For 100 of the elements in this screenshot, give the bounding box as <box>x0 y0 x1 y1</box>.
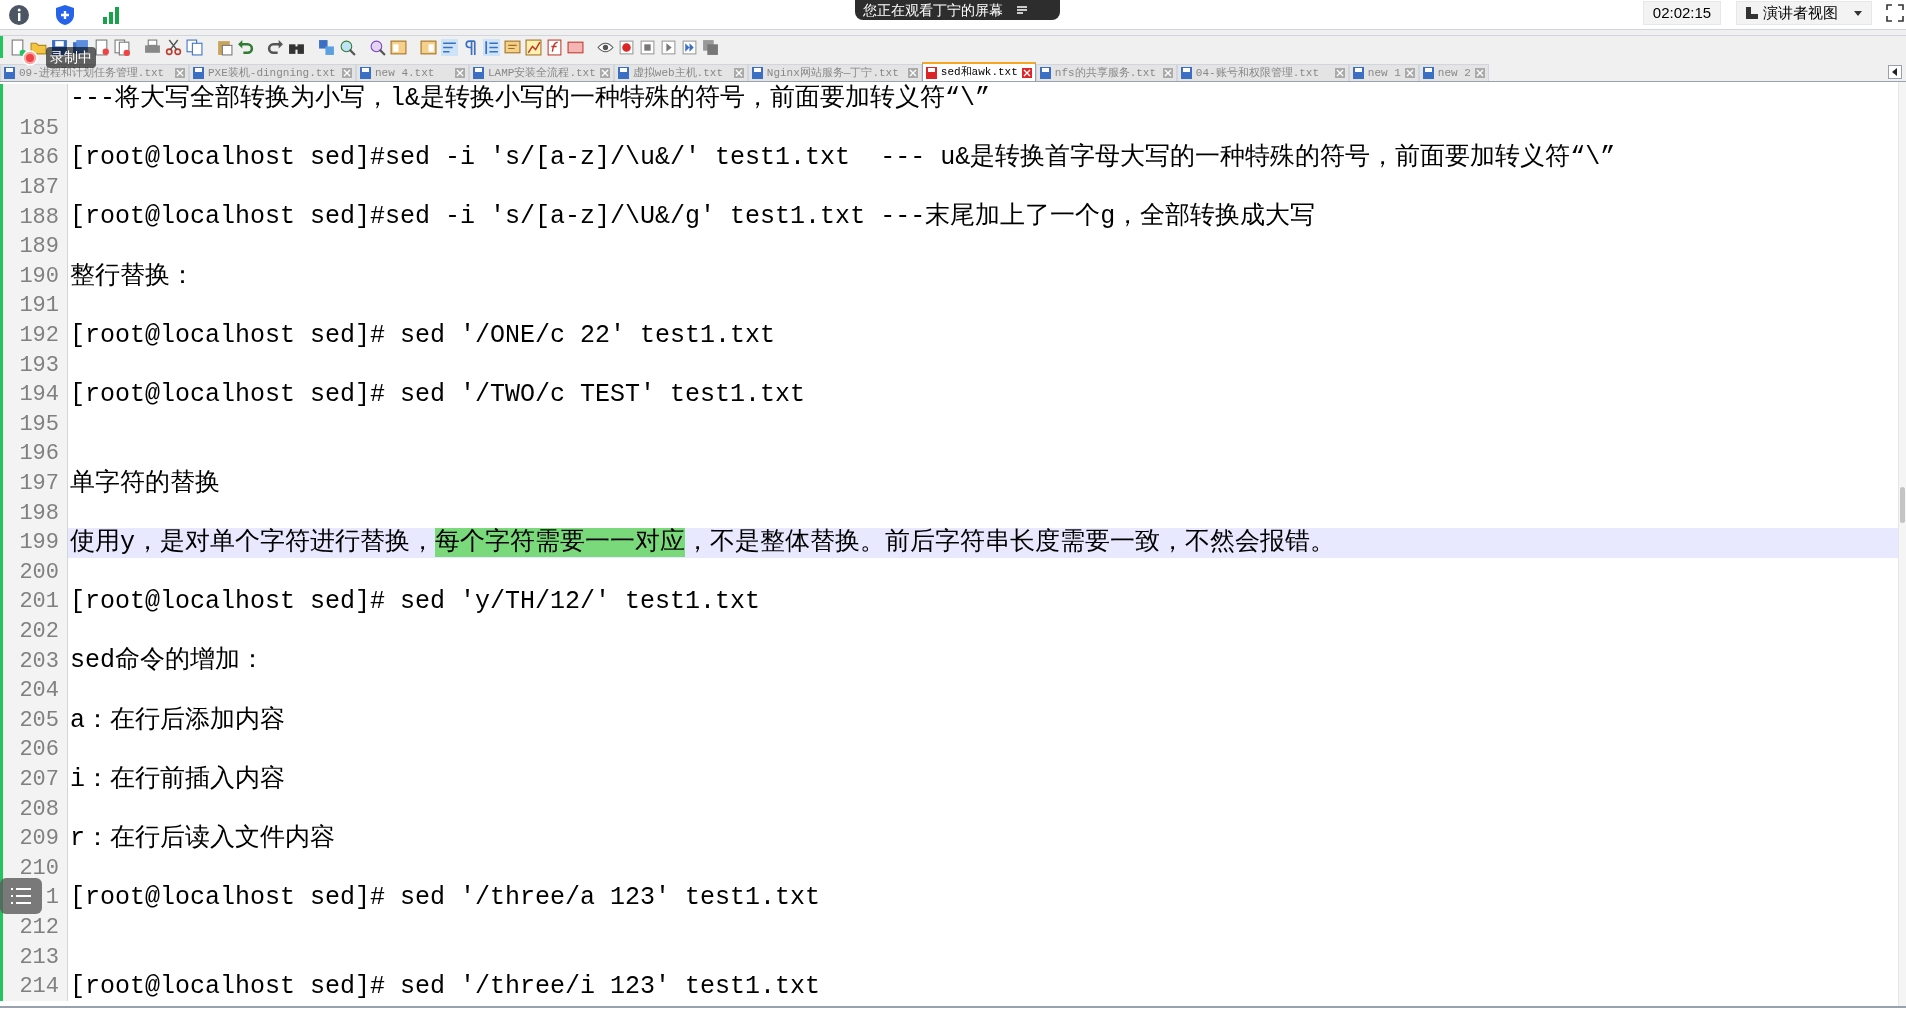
line-number: 189 <box>19 233 59 262</box>
text-line: [root@localhost sed]# sed '/TWO/c TEST' test1.txt <box>69 379 806 411</box>
window-sync-icon[interactable] <box>420 38 437 56</box>
close-icon[interactable] <box>455 68 465 78</box>
document-close-icon[interactable] <box>93 38 110 56</box>
line-number: 209 <box>19 825 59 854</box>
file-tab[interactable]: LAMP安装全流程.txt <box>469 64 614 81</box>
screen-share-banner[interactable]: 您正在观看丁宁的屏幕 <box>855 0 1060 20</box>
line-number: 205 <box>19 706 59 735</box>
close-icon[interactable] <box>1021 67 1032 78</box>
chart-icon[interactable] <box>525 38 542 56</box>
document-icon <box>1180 67 1192 79</box>
zoom-in-icon[interactable] <box>339 38 356 56</box>
document-map-icon[interactable] <box>504 38 521 56</box>
line-number: 188 <box>19 203 59 232</box>
line-number: 214 <box>19 973 59 1002</box>
document-icon <box>1352 67 1364 79</box>
file-tab[interactable]: 09-进程和计划任务管理.txt <box>0 64 189 81</box>
text-line: a：在行后添加内容 <box>69 704 285 737</box>
line-number: 206 <box>19 736 59 765</box>
line-number: 200 <box>19 558 59 587</box>
paste-icon[interactable] <box>216 38 233 56</box>
document-icon <box>617 67 629 79</box>
file-tab[interactable]: 虚拟web主机.txt <box>613 64 748 81</box>
text-line: i：在行前插入内容 <box>69 763 285 796</box>
left-arrow-icon <box>1892 68 1898 76</box>
file-tab[interactable]: sed和awk.txt <box>921 62 1036 81</box>
line-number: 185 <box>19 114 59 143</box>
line-number: 186 <box>19 144 59 173</box>
text-line: ---将大写全部转换为小写，l&是转换小写的一种特殊的符号，前面要加转义符“\” <box>69 83 991 116</box>
tab-scroll-left-button[interactable] <box>1888 65 1902 79</box>
line-number: 195 <box>19 410 59 439</box>
text-line: 单字符的替换 <box>69 467 220 500</box>
close-icon[interactable] <box>1334 68 1345 78</box>
document-icon <box>751 67 763 79</box>
dropdown-caret-icon <box>1853 9 1863 17</box>
document-icon <box>4 67 15 79</box>
screen-share-text: 您正在观看丁宁的屏幕 <box>863 0 1003 20</box>
line-number: 201 <box>19 588 59 617</box>
text-line: r：在行后读入文件内容 <box>69 822 335 855</box>
close-icon[interactable] <box>907 68 918 78</box>
presenter-view-button[interactable]: 演讲者视图 <box>1736 1 1872 25</box>
scrollbar[interactable] <box>1898 82 1906 1006</box>
line-number: 194 <box>19 381 59 410</box>
fullscreen-icon[interactable] <box>1886 4 1904 22</box>
menu-button[interactable] <box>0 878 42 914</box>
scrollbar-thumb[interactable] <box>1900 487 1905 523</box>
file-tab[interactable]: new 1 <box>1348 64 1419 81</box>
play-icon[interactable] <box>660 38 677 56</box>
line-number: 196 <box>19 440 59 469</box>
close-icon[interactable] <box>342 68 352 78</box>
info-icon[interactable] <box>8 3 30 26</box>
function-list-icon[interactable] <box>546 38 563 56</box>
line-number: 1 <box>45 884 59 913</box>
line-number: 213 <box>19 943 59 972</box>
close-icon[interactable] <box>175 68 185 78</box>
indent-guide-icon[interactable] <box>483 38 500 56</box>
line-number: 212 <box>19 913 59 942</box>
list-icon <box>10 887 32 905</box>
recording-label: 录制中 <box>46 47 96 68</box>
record-icon[interactable] <box>618 38 635 56</box>
new-file-icon[interactable] <box>9 38 26 56</box>
line-number: 207 <box>19 765 59 794</box>
close-icon[interactable] <box>599 68 610 78</box>
line-number: 204 <box>19 677 59 706</box>
text-line: 整行替换： <box>69 260 195 293</box>
zoom-out-icon[interactable] <box>369 38 386 56</box>
copy-icon[interactable] <box>186 38 203 56</box>
text-line: [root@localhost sed]#sed -i 's/[a-z]/\U&/g' test1.txt ---末尾加上了一个g，全部转换成大写 <box>69 201 1316 234</box>
undo-icon[interactable] <box>237 38 254 56</box>
file-tab[interactable]: 04-账号和权限管理.txt <box>1176 64 1349 81</box>
close-icon[interactable] <box>1162 68 1173 78</box>
window-sync-icon[interactable] <box>390 38 407 56</box>
close-icon[interactable] <box>1474 68 1485 78</box>
file-tab[interactable]: new 2 <box>1418 64 1489 81</box>
close-icon[interactable] <box>1404 68 1415 78</box>
line-number: 210 <box>19 854 59 883</box>
close-icon[interactable] <box>733 68 744 78</box>
file-tab[interactable]: new 4.txt <box>356 64 469 81</box>
text-line: [root@localhost sed]# sed 'y/TH/12/' test1.txt <box>69 586 761 619</box>
printer-icon[interactable] <box>144 38 161 56</box>
text-line: sed命令的增加： <box>69 645 265 678</box>
line-number: 203 <box>19 647 59 676</box>
text-line: [root@localhost sed]# sed '/three/a 123' test1.txt <box>69 882 821 915</box>
scissors-icon[interactable] <box>165 38 182 56</box>
fast-forward-icon[interactable] <box>681 38 698 56</box>
pilcrow-icon[interactable] <box>462 38 479 56</box>
redo-icon[interactable] <box>267 38 284 56</box>
line-number: 202 <box>19 618 59 646</box>
word-wrap-icon[interactable] <box>441 38 458 56</box>
text-line: [root@localhost sed]# sed '/ONE/c 22' test1.txt <box>69 319 776 352</box>
shield-icon[interactable] <box>54 3 76 26</box>
document-icon <box>925 66 937 79</box>
file-tab[interactable]: PXE装机-dingning.txt <box>189 64 356 81</box>
documents-close-icon[interactable] <box>114 38 131 56</box>
file-tab[interactable]: nfs的共享服务.txt <box>1035 64 1177 81</box>
text-line: 使用y，是对单个字符进行替换，每个字符需要一一对应，不是整体替换。前后字符串长度需要一致，不然会报错。 <box>69 526 1335 559</box>
file-tab[interactable]: Nginx网站服务—丁宁.txt <box>747 64 922 81</box>
document-icon <box>360 67 371 79</box>
stop-icon[interactable] <box>639 38 656 56</box>
